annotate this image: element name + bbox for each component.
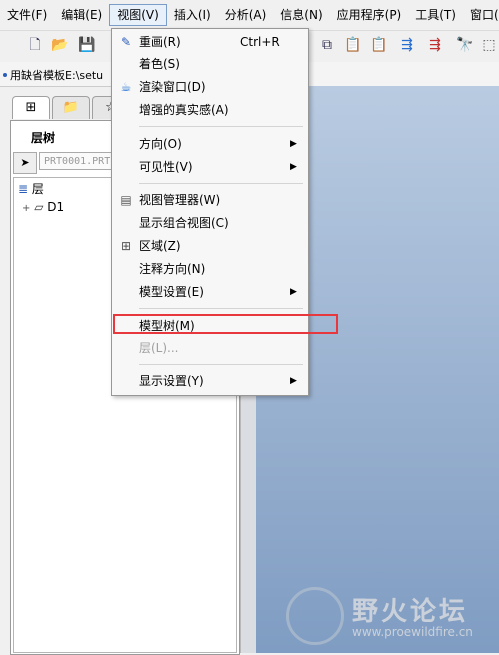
menu-item-visibility[interactable]: 可见性(V) ▶ (112, 156, 308, 178)
menu-item-layers: 层(L)... (139, 341, 179, 355)
layer-stack-icon: ≣ (18, 182, 29, 196)
menu-item-annotation-orientation[interactable]: 注释方向(N) (112, 258, 308, 280)
view-menu-dropdown: ✎ 重画(R) Ctrl+R 着色(S) ☕ 渲染窗口(D) 增强的真实感(A)… (111, 28, 309, 396)
select-arrow-icon[interactable]: ➤ (13, 152, 37, 174)
menu-view[interactable]: 视图(V) (109, 4, 167, 26)
zone-icon: ⊞ (120, 239, 132, 253)
expand-icon[interactable]: + (22, 203, 30, 214)
message-bullet-icon (3, 73, 7, 77)
submenu-arrow-icon: ▶ (290, 139, 297, 149)
menu-item-display-settings[interactable]: 显示设置(Y) ▶ (112, 370, 308, 392)
menu-edit[interactable]: 编辑(E) (54, 4, 109, 26)
menu-analysis[interactable]: 分析(A) (218, 4, 274, 26)
menu-item-orientation[interactable]: 方向(O) ▶ (112, 133, 308, 155)
teapot-icon: ☕ (120, 80, 132, 94)
menu-separator (139, 308, 303, 309)
forum-watermark: 野火论坛 www.proewildfire.cn (286, 585, 496, 651)
layer-icon: ▱ (34, 200, 44, 214)
message-text: 用缺省模板E:\setu (10, 69, 104, 82)
menu-separator (139, 183, 303, 184)
tree-root-label: 层 (31, 182, 44, 196)
submenu-arrow-icon: ▶ (290, 162, 297, 172)
menu-item-render-window[interactable]: ☕ 渲染窗口(D) (112, 76, 308, 98)
menu-tools[interactable]: 工具(T) (408, 4, 463, 26)
tab-folder-browser-icon[interactable]: 📁 (52, 96, 90, 119)
paste-special-icon[interactable]: 📋 (370, 36, 388, 54)
regenerate-manager-icon[interactable]: ⇶ (426, 36, 444, 54)
tree-item-label: D1 (47, 200, 65, 214)
tab-model-tree-icon[interactable]: ⊞ (12, 96, 50, 119)
menu-item-zone[interactable]: ⊞ 区域(Z) (112, 235, 308, 257)
menubar: 文件(F) 编辑(E) 视图(V) 插入(I) 分析(A) 信息(N) 应用程序… (0, 0, 499, 30)
menu-separator (139, 364, 303, 365)
shortcut-label: Ctrl+R (240, 35, 280, 49)
menu-separator (139, 126, 303, 127)
new-file-icon[interactable]: 🗋 (26, 36, 44, 54)
butterfly-logo-icon (286, 587, 344, 645)
menu-applications[interactable]: 应用程序(P) (330, 4, 409, 26)
menu-item-view-manager[interactable]: ▤ 视图管理器(W) (112, 189, 308, 211)
copy-icon[interactable]: ⧉ (318, 36, 336, 54)
tree-root-item[interactable]: ≣ 层 (18, 180, 44, 198)
panel-title: 层树 (31, 131, 56, 145)
repaint-icon: ✎ (120, 35, 132, 49)
menu-window[interactable]: 窗口(W (463, 4, 499, 26)
tree-item-d1[interactable]: + ▱ D1 (22, 198, 64, 216)
submenu-arrow-icon: ▶ (290, 376, 297, 386)
find-icon[interactable]: 🔭 (456, 36, 474, 54)
paste-icon[interactable]: 📋 (344, 36, 362, 54)
select-box-icon[interactable]: ⬚ (480, 36, 498, 54)
menu-item-model-setup[interactable]: 模型设置(E) ▶ (112, 281, 308, 303)
menu-item-repaint[interactable]: ✎ 重画(R) Ctrl+R (112, 31, 308, 53)
highlight-annotation-box (113, 314, 338, 334)
watermark-title: 野火论坛 (352, 597, 469, 627)
menu-insert[interactable]: 插入(I) (167, 4, 218, 26)
regenerate-icon[interactable]: ⇶ (398, 36, 416, 54)
view-manager-icon: ▤ (120, 193, 132, 207)
watermark-url: www.proewildfire.cn (352, 625, 473, 639)
open-folder-icon[interactable]: 📂 (51, 36, 69, 54)
menu-file[interactable]: 文件(F) (0, 4, 54, 26)
menu-item-combined-views[interactable]: 显示组合视图(C) (112, 212, 308, 234)
menu-info[interactable]: 信息(N) (273, 4, 329, 26)
menu-item-enhanced-realism[interactable]: 增强的真实感(A) (112, 99, 308, 121)
submenu-arrow-icon: ▶ (290, 287, 297, 297)
save-icon[interactable]: 💾 (78, 36, 96, 54)
menu-item-shade[interactable]: 着色(S) (112, 53, 308, 75)
